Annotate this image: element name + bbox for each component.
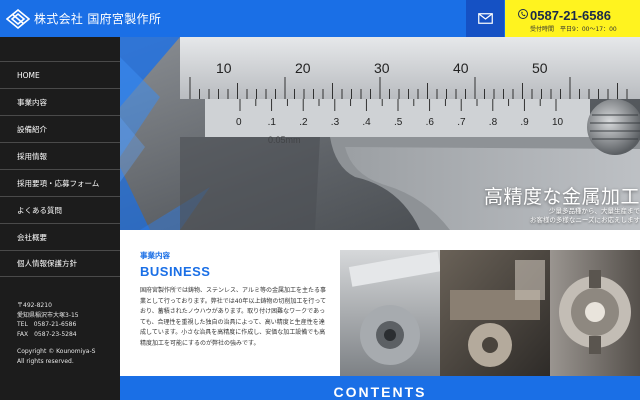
copyright: Copyright © Kounomiya-S All rights reser… [17, 347, 95, 366]
sidebar-item-company[interactable]: 会社概要 [0, 223, 120, 250]
address-zip: 〒492-8210 [17, 302, 52, 309]
contents-section: CONTENTS [120, 376, 640, 400]
ruler-vernier-label: .9 [520, 117, 529, 128]
ruler-vernier-label: .8 [489, 117, 498, 128]
ruler-vernier-label: .6 [426, 117, 435, 128]
hero-title: 高精度な金属加工 [483, 186, 640, 208]
company-logo-icon[interactable] [6, 9, 30, 29]
ruler-main-label: 30 [374, 60, 390, 76]
ruler-vernier-label: .1 [268, 117, 277, 128]
ruler-vernier-label: .4 [362, 117, 371, 128]
copyright-rights: All rights reserved. [17, 357, 74, 365]
machining-photo [340, 250, 640, 376]
business-title: BUSINESS [140, 264, 211, 279]
copyright-line: Copyright © Kounomiya-S [17, 348, 96, 355]
company-name[interactable]: 株式会社 国府宮製作所 [34, 10, 161, 27]
sidebar-item-home[interactable]: HOME [0, 61, 120, 88]
ruler-vernier-label: 0 [236, 117, 242, 128]
hero-subtitle-line2: お客様の多様なニーズにお応えします [529, 216, 640, 224]
sidebar: HOME 事業内容 設備紹介 採用情報 採用要項・応募フォーム よくある質問 会… [0, 37, 120, 400]
address-fax: FAX 0587-23-5284 [17, 330, 77, 338]
mail-button[interactable] [466, 0, 504, 37]
company-address: 〒492-8210 愛知県稲沢市大塚3-15 TEL 0587-21-6586 … [17, 301, 79, 339]
ruler-vernier-label: .3 [331, 117, 340, 128]
hero-banner: 1020304050 0.1.2.3.4.5.6.7.8.910 0.05mm … [120, 37, 640, 230]
business-photos [340, 250, 640, 376]
ruler-main-label: 20 [295, 60, 311, 76]
sidebar-nav: HOME 事業内容 設備紹介 採用情報 採用要項・応募フォーム よくある質問 会… [0, 61, 120, 277]
hero-subtitle: 少量多品種から、大量生産まで お客様の多様なニーズにお応えします [530, 207, 640, 225]
sidebar-item-business[interactable]: 事業内容 [0, 88, 120, 115]
business-label: 事業内容 [140, 251, 170, 260]
sidebar-item-recruit[interactable]: 採用情報 [0, 142, 120, 169]
ruler-main-label: 10 [216, 60, 232, 76]
hero-subtitle-line1: 少量多品種から、大量生産まで [549, 207, 640, 215]
sidebar-item-faq[interactable]: よくある質問 [0, 196, 120, 223]
ruler-vernier-label: .2 [299, 117, 308, 128]
ruler-vernier-label: .5 [394, 117, 403, 128]
phone-icon [518, 9, 528, 19]
address-tel: TEL 0587-21-6586 [17, 321, 77, 328]
phone-number[interactable]: 0587-21-6586 [530, 8, 611, 23]
address-street: 愛知県稲沢市大塚3-15 [17, 311, 79, 319]
ruler-vernier-label: 10 [552, 117, 564, 128]
contents-title: CONTENTS [333, 384, 427, 400]
site-header: 株式会社 国府宮製作所 0587-21-6586 受付時間 平日9：00～17：… [0, 0, 640, 37]
ruler-main-label: 40 [453, 60, 469, 76]
sidebar-item-application[interactable]: 採用要項・応募フォーム [0, 169, 120, 196]
business-description: 国府宮製作所では鋳物、ステンレス、アルミ等の金属加工を主たる事業として行っており… [140, 287, 327, 347]
ruler-main-label: 50 [532, 60, 548, 76]
phone-contact[interactable]: 0587-21-6586 受付時間 平日9：00～17：00 [505, 0, 640, 37]
sidebar-item-equipment[interactable]: 設備紹介 [0, 115, 120, 142]
business-hours: 受付時間 平日9：00～17：00 [530, 26, 617, 33]
sidebar-item-privacy[interactable]: 個人情報保護方針 [0, 250, 120, 277]
mail-icon [477, 13, 493, 24]
ruler-vernier-label: .7 [457, 117, 466, 128]
